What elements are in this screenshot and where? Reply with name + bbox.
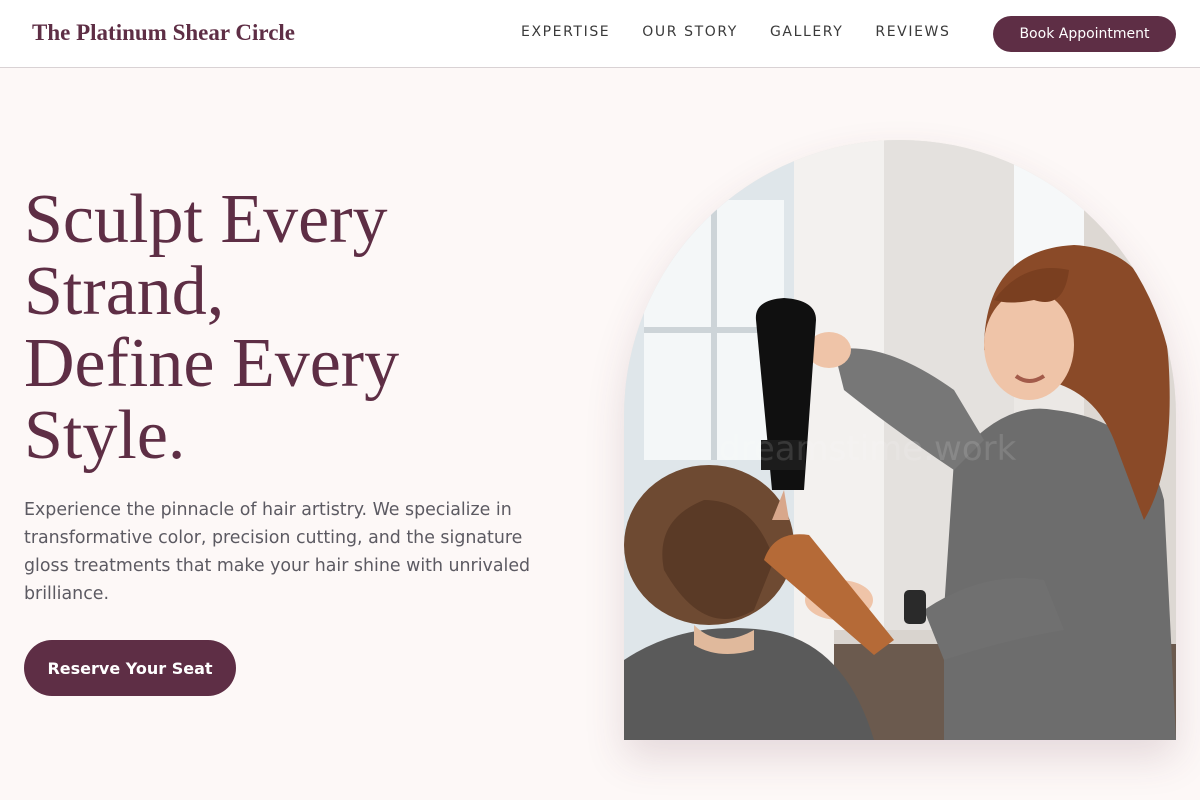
- headline-line: Sculpt Every: [24, 181, 388, 258]
- nav-reviews[interactable]: REVIEWS: [875, 24, 950, 40]
- headline-line: Define Every: [24, 325, 400, 402]
- hero-headline: Sculpt Every Strand, Define Every Style.: [24, 184, 544, 472]
- brand-logo[interactable]: The Platinum Shear Circle: [32, 20, 295, 46]
- main-nav: EXPERTISE OUR STORY GALLERY REVIEWS: [521, 24, 982, 40]
- headline-line: Strand,: [24, 253, 225, 330]
- nav-our-story[interactable]: OUR STORY: [642, 24, 738, 40]
- hero-description: Experience the pinnacle of hair artistry…: [24, 500, 531, 604]
- svg-text:dreamstime.work: dreamstime.work: [719, 429, 1017, 469]
- reserve-seat-button[interactable]: Reserve Your Seat: [24, 640, 236, 696]
- book-appointment-button[interactable]: Book Appointment: [993, 16, 1176, 52]
- site-header: The Platinum Shear Circle EXPERTISE OUR …: [0, 0, 1200, 68]
- hero-image-stylist-blow-drying: dreamstime.work: [624, 140, 1176, 740]
- nav-expertise[interactable]: EXPERTISE: [521, 24, 610, 40]
- headline-line: Style.: [24, 397, 186, 474]
- salon-photo-illustration: dreamstime.work: [624, 140, 1176, 740]
- nav-gallery[interactable]: GALLERY: [770, 24, 843, 40]
